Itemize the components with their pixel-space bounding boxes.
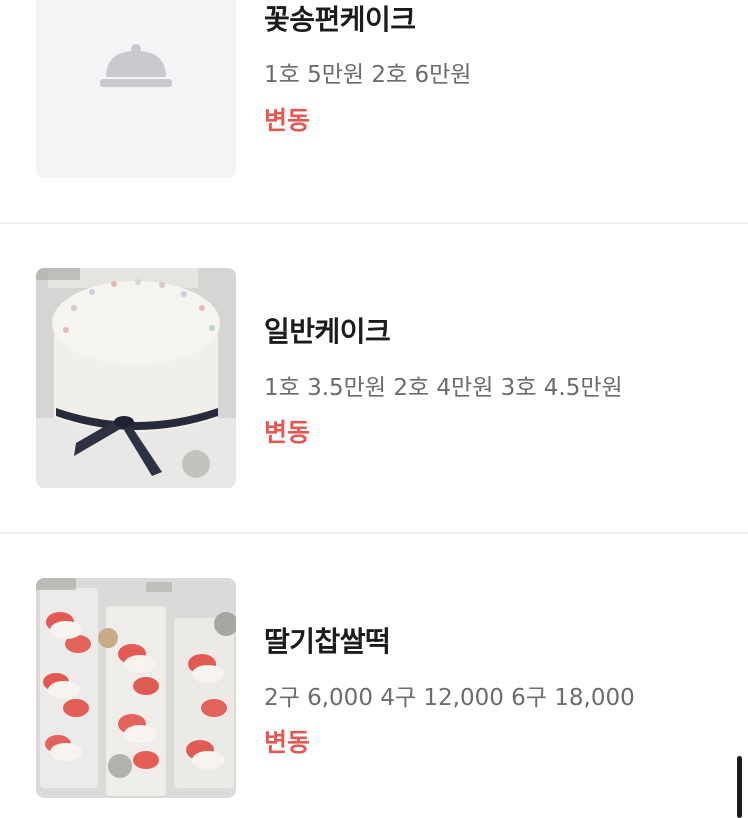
strawberry-mochi-photo	[36, 578, 236, 798]
menu-item-price: 1호 3.5만원 2호 4만원 3호 4.5만원	[264, 375, 623, 401]
menu-item-price-tag: 변동	[264, 418, 311, 447]
divider	[0, 532, 748, 534]
menu-item-price: 1호 5만원 2호 6만원	[264, 62, 472, 88]
divider	[0, 222, 748, 224]
menu-item-price-tag: 변동	[264, 106, 311, 135]
menu-item-image-placeholder	[36, 0, 236, 178]
menu-item[interactable]: 꽃송편케이크 1호 5만원 2호 6만원 변동	[0, 0, 748, 178]
menu-item-image	[36, 578, 236, 798]
scrollbar[interactable]	[737, 756, 742, 818]
menu-item-name: 꽃송편케이크	[264, 3, 416, 36]
white-cake-photo	[36, 268, 236, 488]
menu-item-price-tag: 변동	[264, 728, 311, 757]
menu-item-image	[36, 268, 236, 488]
menu-item[interactable]: 딸기찹쌀떡 2구 6,000 4구 12,000 6구 18,000 변동	[0, 578, 748, 798]
menu-item[interactable]: 일반케이크 1호 3.5만원 2호 4만원 3호 4.5만원 변동	[0, 268, 748, 488]
menu-item-name: 일반케이크	[264, 315, 391, 348]
menu-item-price: 2구 6,000 4구 12,000 6구 18,000	[264, 685, 635, 711]
menu-item-name: 딸기찹쌀떡	[264, 625, 391, 658]
cloche-icon	[100, 44, 172, 87]
